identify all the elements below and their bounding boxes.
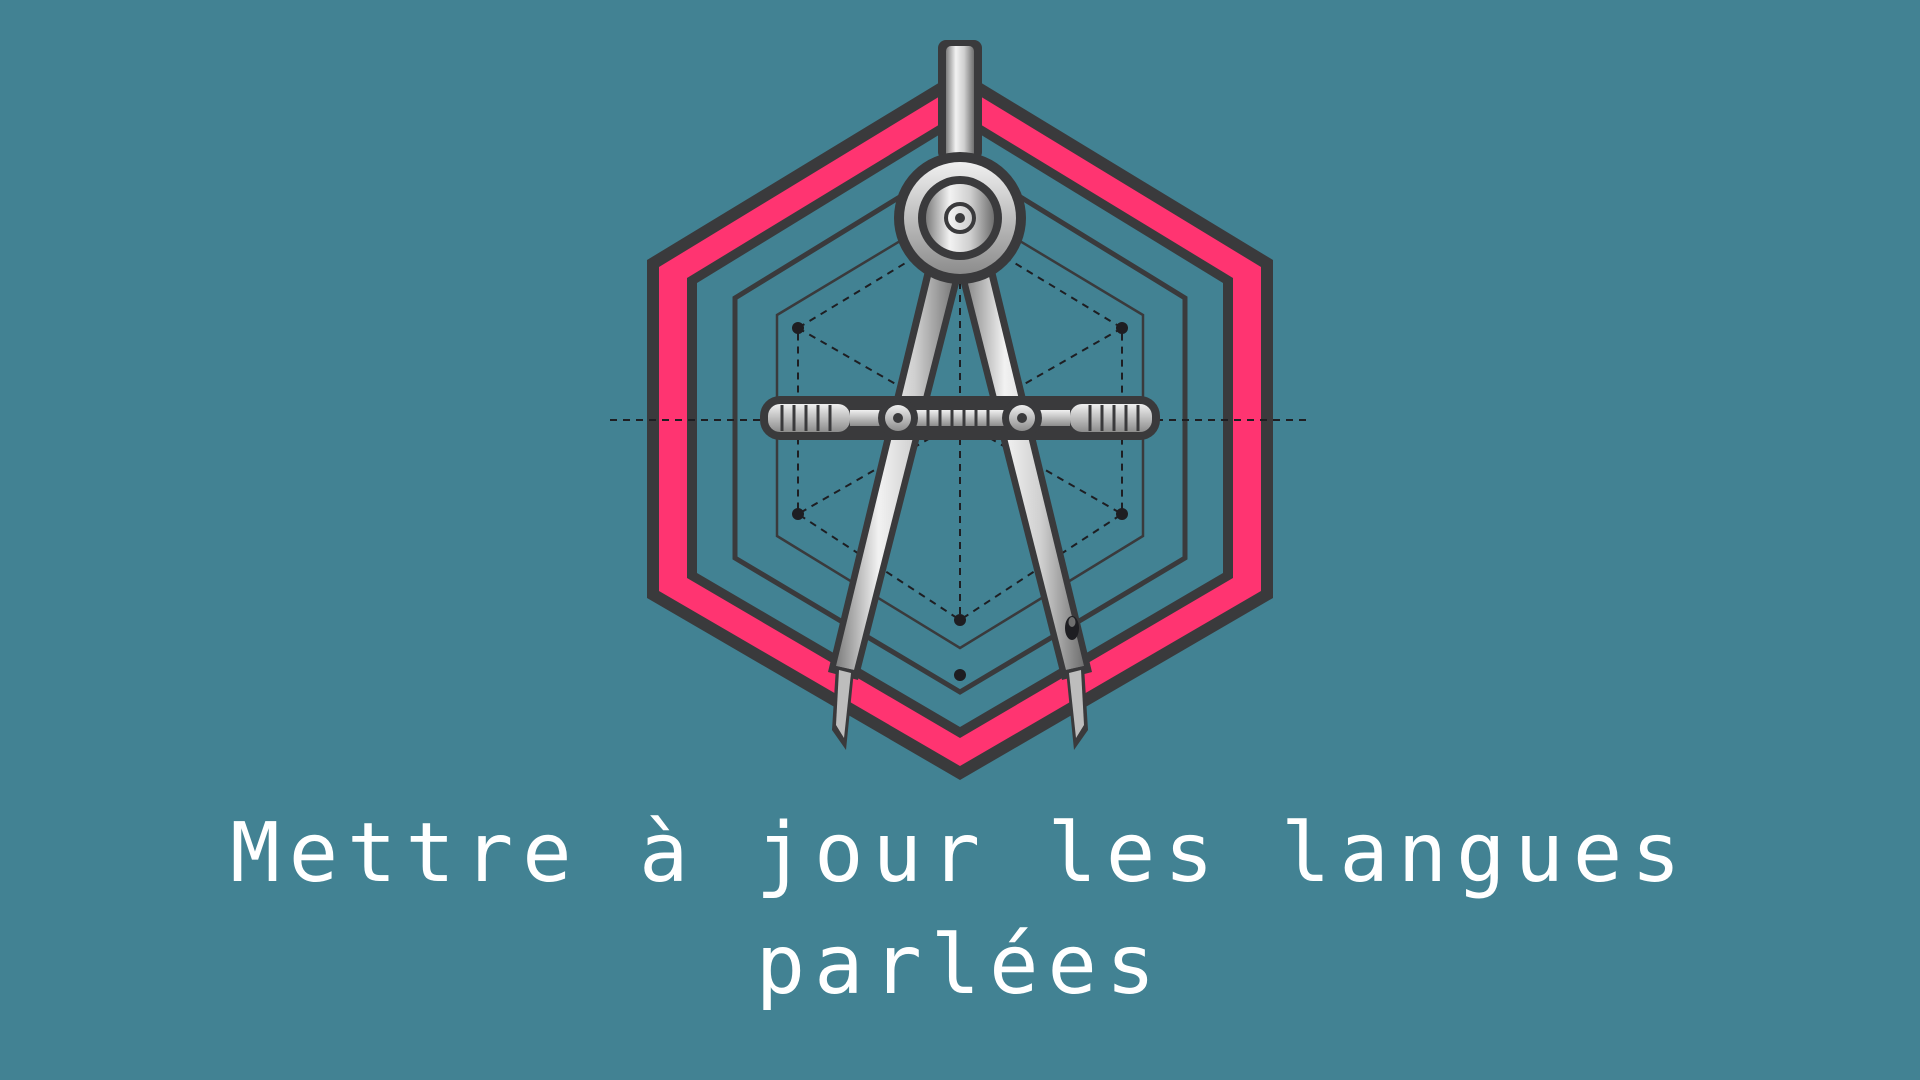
slide: Mettre à jour les langues parlées	[0, 0, 1920, 1080]
drawing-compass-icon	[610, 40, 1310, 780]
compass-head	[894, 152, 1026, 284]
page-title: Mettre à jour les langues parlées	[0, 798, 1920, 1022]
adjustment-screw	[760, 396, 1160, 440]
title-line-1: Mettre à jour les langues	[230, 806, 1690, 901]
title-line-2: parlées	[755, 918, 1165, 1013]
